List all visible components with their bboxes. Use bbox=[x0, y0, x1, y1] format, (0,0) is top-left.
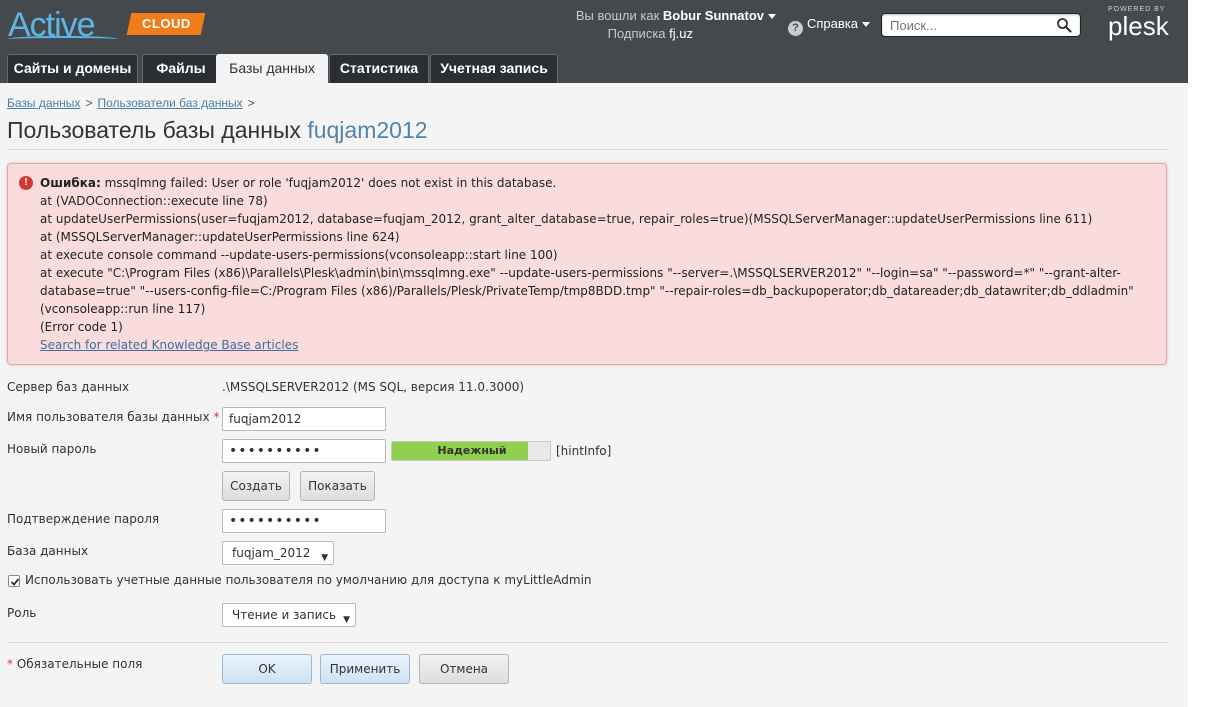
generate-password-button[interactable]: Создать bbox=[222, 471, 290, 501]
error-heading: Ошибка: bbox=[40, 176, 101, 190]
breadcrumb-separator: > bbox=[247, 96, 255, 110]
user-name[interactable]: Bobur Sunnatov bbox=[663, 8, 764, 23]
error-text: Ошибка: mssqlmng failed: User or role 'f… bbox=[40, 174, 1160, 354]
username-field[interactable] bbox=[222, 407, 386, 431]
database-select[interactable]: fuqjam_2012 ▼ bbox=[222, 541, 334, 565]
error-trace-line: at (VADOConnection::execute line 78) bbox=[40, 194, 268, 208]
password-strength-meter: Надежный bbox=[391, 441, 551, 461]
question-icon: ? bbox=[788, 21, 803, 36]
dropdown-arrow-icon: ▼ bbox=[321, 553, 328, 563]
page-title-prefix: Пользователь базы данных bbox=[7, 117, 301, 143]
subscription-value: fj.uz bbox=[669, 26, 693, 41]
password-field[interactable] bbox=[222, 439, 386, 463]
required-mark: * bbox=[213, 410, 220, 424]
user-info: Вы вошли как Bobur Sunnatov Подписка fj.… bbox=[560, 7, 776, 43]
strength-label: Надежный bbox=[437, 444, 507, 457]
role-select[interactable]: Чтение и запись ▼ bbox=[222, 603, 356, 627]
search-input[interactable] bbox=[882, 14, 1047, 36]
breadcrumb: Базы данных > Пользователи баз данных > bbox=[7, 96, 260, 110]
tab-statistics[interactable]: Статистика bbox=[329, 54, 429, 83]
hint-info: [hintInfo] bbox=[556, 444, 612, 458]
breadcrumb-db-users[interactable]: Пользователи баз данных bbox=[97, 96, 242, 110]
chevron-down-icon bbox=[862, 22, 870, 28]
page-title-name: fuqjam2012 bbox=[307, 117, 428, 143]
search-icon[interactable] bbox=[1056, 17, 1072, 33]
confirm-password-label: Подтверждение пароля bbox=[7, 512, 160, 526]
tab-databases[interactable]: Базы данных bbox=[216, 54, 328, 84]
error-trace-line: at execute console command --update-user… bbox=[40, 248, 558, 262]
confirm-password-field[interactable] bbox=[222, 509, 386, 533]
subscription-label: Подписка bbox=[607, 26, 666, 41]
top-header: Active CLOUD Вы вошли как Bobur Sunnatov… bbox=[0, 0, 1188, 84]
kb-search-link[interactable]: Search for related Knowledge Base articl… bbox=[40, 338, 298, 352]
help-label: Справка bbox=[807, 16, 858, 31]
show-password-button[interactable]: Показать bbox=[300, 471, 375, 501]
tab-sites-domains[interactable]: Сайты и домены bbox=[7, 54, 138, 83]
breadcrumb-separator: > bbox=[85, 96, 93, 110]
error-first-line: Ошибка: mssqlmng failed: User or role 'f… bbox=[40, 174, 1160, 192]
error-icon: ! bbox=[19, 176, 33, 190]
main-content: Базы данных > Пользователи баз данных > Пол… bbox=[0, 83, 1188, 707]
plesk-logo: POWERED BY plesk bbox=[1108, 6, 1169, 39]
role-label: Роль bbox=[7, 606, 37, 620]
error-message-text: mssqlmng failed: User or role 'fuqjam201… bbox=[104, 176, 557, 190]
cancel-button[interactable]: Отмена bbox=[419, 654, 509, 684]
logo-swoosh bbox=[8, 36, 118, 42]
ok-button[interactable]: OK bbox=[222, 654, 312, 684]
checkmark-icon bbox=[10, 578, 20, 586]
error-trace-line: at updateUserPermissions(user=fuqjam2012… bbox=[40, 212, 1093, 226]
logged-in-row[interactable]: Вы вошли как Bobur Sunnatov bbox=[560, 7, 776, 25]
divider bbox=[7, 642, 1167, 643]
search-box bbox=[881, 13, 1081, 37]
password-label: Новый пароль bbox=[7, 442, 97, 456]
subscription-row: Подписка fj.uz bbox=[560, 25, 776, 43]
error-message: ! Ошибка: mssqlmng failed: User or role … bbox=[7, 163, 1167, 365]
dropdown-arrow-icon: ▼ bbox=[343, 615, 350, 625]
error-trace-line: at (MSSQLServerManager::updateUserPermis… bbox=[40, 230, 400, 244]
use-default-credentials-label[interactable]: Использовать учетные данные пользователя… bbox=[25, 573, 592, 587]
tab-account[interactable]: Учетная запись bbox=[430, 54, 558, 83]
logo-cloud-badge: CLOUD bbox=[126, 13, 206, 35]
breadcrumb-databases[interactable]: Базы данных bbox=[7, 96, 80, 110]
use-default-credentials-checkbox[interactable] bbox=[8, 575, 20, 587]
error-code: (Error code 1) bbox=[40, 320, 123, 334]
error-trace-line: at execute "C:\Program Files (x86)\Paral… bbox=[40, 266, 1134, 316]
help-menu[interactable]: ? Справка bbox=[788, 16, 870, 36]
required-fields-note: * Обязательные поля bbox=[7, 657, 143, 671]
page-title: Пользователь базы данных fuqjam2012 bbox=[7, 117, 428, 144]
server-label: Сервер баз данных bbox=[7, 380, 130, 394]
server-value: .\MSSQLSERVER2012 (MS SQL, версия 11.0.3… bbox=[222, 380, 525, 394]
apply-button[interactable]: Применить bbox=[320, 654, 410, 684]
username-label: Имя пользователя базы данных * bbox=[7, 410, 220, 424]
database-selected-value: fuqjam_2012 bbox=[232, 546, 311, 560]
chevron-down-icon[interactable] bbox=[768, 14, 776, 20]
role-selected-value: Чтение и запись bbox=[232, 608, 337, 622]
divider bbox=[7, 149, 1167, 150]
tab-files[interactable]: Файлы bbox=[142, 54, 220, 83]
plesk-wordmark: plesk bbox=[1108, 11, 1169, 41]
logged-in-label: Вы вошли как bbox=[575, 8, 660, 23]
database-label: База данных bbox=[7, 544, 89, 558]
